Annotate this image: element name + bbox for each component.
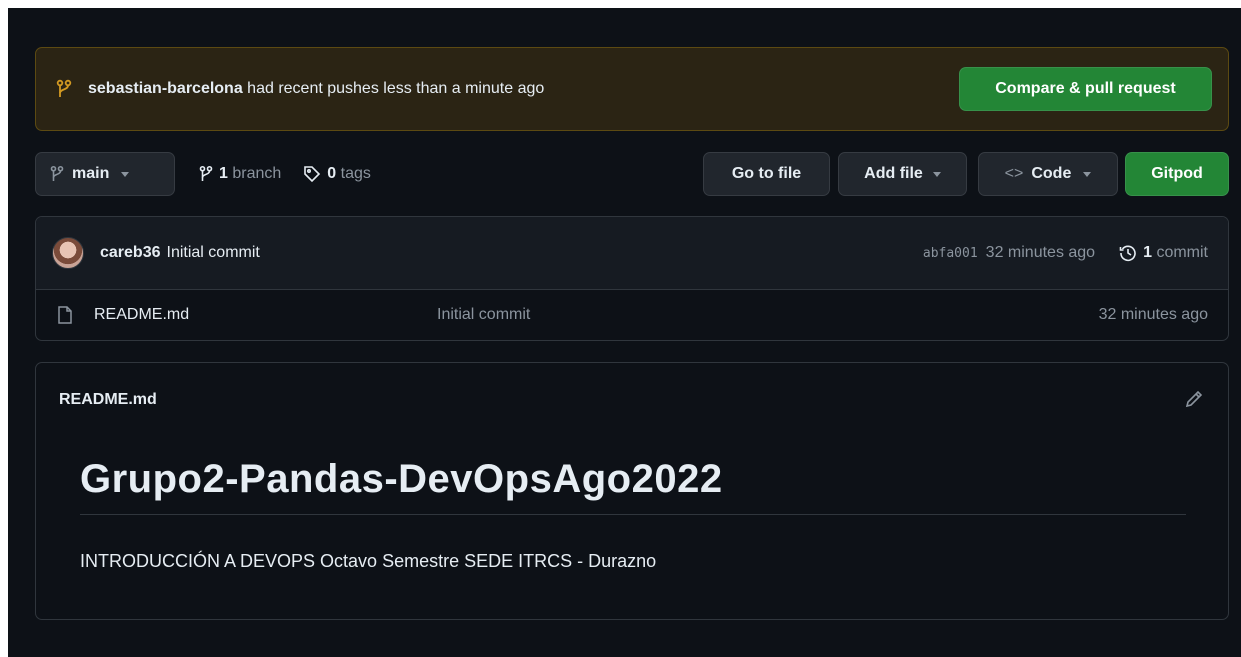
list-item: README.md Initial commit 32 minutes ago	[36, 290, 1228, 340]
latest-commit-row: careb36 Initial commit abfa001 32 minute…	[36, 217, 1228, 290]
commit-text: commit	[1156, 244, 1208, 261]
chevron-down-icon	[1083, 171, 1092, 177]
pencil-icon[interactable]	[1184, 389, 1204, 409]
code-button[interactable]: <> Code	[978, 152, 1118, 196]
code-icon: <>	[1004, 165, 1024, 182]
readme-body: INTRODUCCIÓN A DEVOPS Octavo Semestre SE…	[80, 551, 657, 571]
commit-sha[interactable]: abfa001	[923, 246, 978, 261]
recent-push-banner: sebastian-barcelona had recent pushes le…	[35, 47, 1229, 131]
git-branch-icon	[56, 79, 74, 99]
tag-icon	[303, 165, 321, 183]
file-commit-message[interactable]: Initial commit	[437, 306, 530, 324]
history-icon	[1119, 244, 1137, 262]
tag-count: 0	[327, 165, 337, 182]
commit-author[interactable]: careb36	[100, 244, 161, 262]
file-time: 32 minutes ago	[1098, 306, 1208, 323]
git-branch-icon	[199, 165, 213, 183]
banner-message: had recent pushes less than a minute ago	[242, 80, 545, 97]
tag-text: tags	[340, 165, 371, 182]
readme-header[interactable]: README.md	[59, 391, 157, 409]
chevron-down-icon	[932, 171, 941, 177]
branch-count: 1	[219, 165, 228, 182]
commit-meta: abfa001 32 minutes ago 1 commit	[923, 244, 1208, 262]
commit-time: 32 minutes ago	[985, 244, 1096, 261]
compare-pull-request-button[interactable]: Compare & pull request	[959, 67, 1212, 111]
banner-user[interactable]: sebastian-barcelona	[88, 80, 243, 97]
git-branch-icon	[50, 165, 64, 183]
avatar[interactable]	[52, 237, 84, 269]
gitpod-button[interactable]: Gitpod	[1125, 152, 1229, 196]
branches-link[interactable]: 1 branch	[199, 165, 281, 183]
code-label: Code	[1031, 165, 1072, 182]
readme-box: README.md Grupo2-Pandas-DevOpsAgo2022 IN…	[35, 362, 1229, 620]
branch-text: branch	[232, 165, 282, 182]
commits-link[interactable]: 1 commit	[1119, 244, 1208, 262]
go-to-file-button[interactable]: Go to file	[703, 152, 830, 196]
add-file-label: Add file	[864, 165, 923, 182]
add-file-button[interactable]: Add file	[838, 152, 967, 196]
file-browser: careb36 Initial commit abfa001 32 minute…	[35, 216, 1229, 341]
tags-link[interactable]: 0 tags	[303, 165, 371, 183]
commit-count: 1	[1143, 244, 1152, 261]
repo-toolbar: main 1 branch 0 tags Go to file Add file…	[35, 152, 1229, 196]
branch-name: main	[72, 165, 110, 182]
repo-page: sebastian-barcelona had recent pushes le…	[8, 8, 1241, 657]
commit-message[interactable]: Initial commit	[167, 244, 260, 262]
chevron-down-icon	[121, 171, 130, 177]
file-icon	[58, 306, 72, 324]
branch-select-button[interactable]: main	[35, 152, 175, 196]
file-name[interactable]: README.md	[94, 306, 437, 324]
banner-text: sebastian-barcelona had recent pushes le…	[88, 80, 544, 98]
readme-title: Grupo2-Pandas-DevOpsAgo2022	[80, 457, 1186, 515]
